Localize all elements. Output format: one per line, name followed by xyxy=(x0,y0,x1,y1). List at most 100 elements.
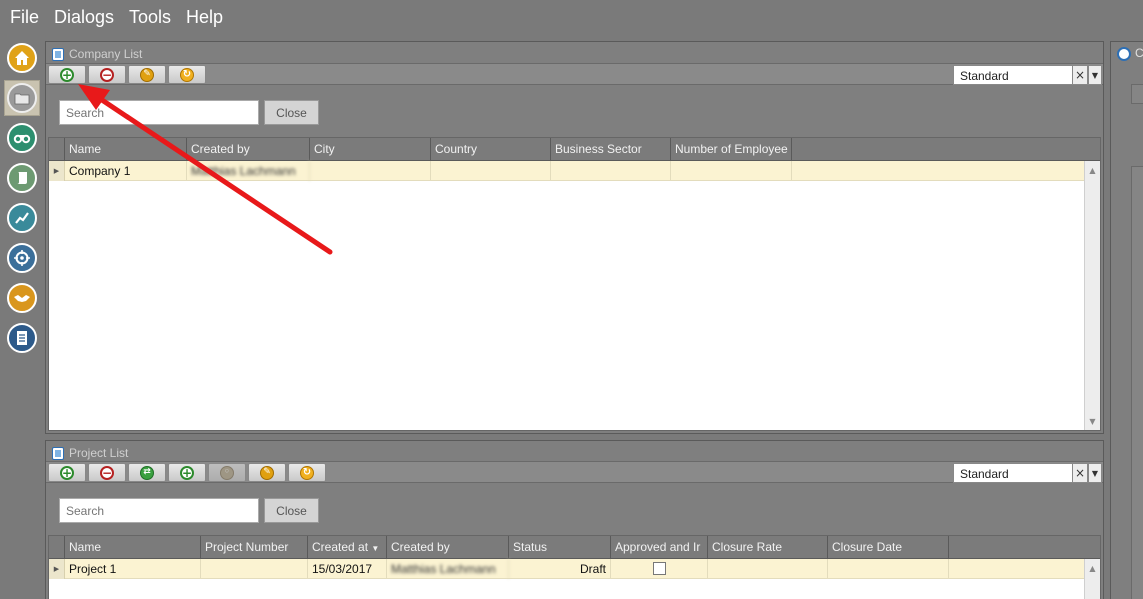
company-list-title: Company List xyxy=(52,46,142,62)
company-view-dropdown-button[interactable]: ▼ xyxy=(1088,65,1102,85)
header-spacer xyxy=(49,536,65,558)
nav-target-button[interactable] xyxy=(4,240,40,276)
nav-scroll-button[interactable] xyxy=(4,160,40,196)
disabled-project-button[interactable]: ◦ xyxy=(208,463,246,482)
company-list-icon xyxy=(52,47,64,61)
column-header-approved[interactable]: Approved and Ir xyxy=(611,536,708,558)
column-header-project-number[interactable]: Project Number xyxy=(201,536,308,558)
company-grid-scrollbar[interactable]: ▲ ▼ xyxy=(1084,161,1100,430)
menu-dialogs[interactable]: Dialogs xyxy=(54,7,114,28)
cell-closure-date xyxy=(828,559,949,579)
nav-chart-button[interactable] xyxy=(4,200,40,236)
menu-help[interactable]: Help xyxy=(186,7,223,28)
remove-project-button[interactable]: − xyxy=(88,463,126,482)
handshake-icon xyxy=(7,283,37,313)
add-icon: + xyxy=(60,67,74,82)
remove-company-button[interactable]: − xyxy=(88,65,126,84)
nav-binoculars-button[interactable] xyxy=(4,120,40,156)
remove-icon: − xyxy=(100,465,114,480)
approved-checkbox[interactable] xyxy=(652,562,666,575)
wrench-icon: ✎ xyxy=(140,67,154,82)
column-header-status[interactable]: Status xyxy=(509,536,611,558)
add-project-button[interactable]: + xyxy=(48,463,86,482)
target-icon xyxy=(7,243,37,273)
copy-project-button[interactable]: + xyxy=(168,463,206,482)
menu-file[interactable]: File xyxy=(10,7,39,28)
cell-number-of-employees xyxy=(671,161,792,181)
cell-name: Project 1 xyxy=(65,559,201,579)
column-header-city[interactable]: City xyxy=(310,138,431,160)
nav-folder-button[interactable] xyxy=(4,80,40,116)
column-header-name[interactable]: Name xyxy=(65,138,187,160)
project-grid-scrollbar[interactable]: ▲ xyxy=(1084,559,1100,599)
table-row[interactable]: ▶ Company 1 Matthias Lachmann xyxy=(49,161,1084,181)
cell-created-by: Matthias Lachmann xyxy=(387,559,509,579)
company-grid: Name Created by City Country Business Se… xyxy=(48,137,1101,431)
company-toolbar: + − ✎ ↻ Standard × ▼ xyxy=(46,63,1103,85)
company-view-select[interactable]: Standard xyxy=(953,65,1073,85)
copy-icon: + xyxy=(180,465,194,480)
cell-name: Company 1 xyxy=(65,161,187,181)
right-panel-section xyxy=(1131,166,1143,599)
cell-created-at: 15/03/2017 xyxy=(308,559,387,579)
cell-created-by: Matthias Lachmann xyxy=(187,161,310,181)
column-header-business-sector[interactable]: Business Sector xyxy=(551,138,671,160)
scroll-up-icon[interactable]: ▲ xyxy=(1085,163,1100,177)
add-company-button[interactable]: + xyxy=(48,65,86,84)
scroll-up-icon[interactable]: ▲ xyxy=(1085,561,1100,575)
column-header-created-by[interactable]: Created by xyxy=(187,138,310,160)
project-view-clear-button[interactable]: × xyxy=(1072,463,1088,483)
binoculars-icon xyxy=(7,123,37,153)
cell-city xyxy=(310,161,431,181)
project-list-title-text: Project List xyxy=(69,446,129,460)
nav-document-button[interactable] xyxy=(4,320,40,356)
project-list-title: Project List xyxy=(52,445,128,461)
cell-project-number xyxy=(201,559,308,579)
column-header-country[interactable]: Country xyxy=(431,138,551,160)
header-spacer xyxy=(49,138,65,160)
nav-home-button[interactable] xyxy=(4,40,40,76)
project-search-close-button[interactable]: Close xyxy=(264,498,319,523)
chart-trend-icon xyxy=(7,203,37,233)
refresh-company-button[interactable]: ↻ xyxy=(168,65,206,84)
row-expand-icon[interactable]: ▶ xyxy=(49,161,65,181)
edit-company-button[interactable]: ✎ xyxy=(128,65,166,84)
company-search-close-button[interactable]: Close xyxy=(264,100,319,125)
column-header-created-at[interactable]: Created at ▼ xyxy=(308,536,387,558)
right-panel-title: C xyxy=(1135,46,1143,60)
add-icon: + xyxy=(60,465,74,480)
column-header-closure-rate[interactable]: Closure Rate xyxy=(708,536,828,558)
column-header-created-by[interactable]: Created by xyxy=(387,536,509,558)
home-icon xyxy=(7,43,37,73)
company-search-input[interactable] xyxy=(59,100,259,125)
project-list-icon xyxy=(52,446,64,460)
edit-project-button[interactable]: ✎ xyxy=(248,463,286,482)
document-list-icon xyxy=(7,323,37,353)
compass-icon xyxy=(1117,47,1131,61)
menu-tools[interactable]: Tools xyxy=(129,7,171,28)
header-filler xyxy=(792,138,1100,160)
table-row[interactable]: ▶ Project 1 15/03/2017 Matthias Lachmann… xyxy=(49,559,1084,579)
company-grid-header: Name Created by City Country Business Se… xyxy=(49,138,1100,161)
project-view-dropdown-button[interactable]: ▼ xyxy=(1088,463,1102,483)
column-header-number-of-employees[interactable]: Number of Employee xyxy=(671,138,792,160)
company-list-title-text: Company List xyxy=(69,47,143,61)
project-search-input[interactable] xyxy=(59,498,259,523)
cell-business-sector xyxy=(551,161,671,181)
row-expand-icon[interactable]: ▶ xyxy=(49,559,65,579)
company-view-clear-button[interactable]: × xyxy=(1072,65,1088,85)
column-header-created-at-label: Created at xyxy=(312,540,369,554)
refresh-project-button[interactable]: ↻ xyxy=(288,463,326,482)
nav-handshake-button[interactable] xyxy=(4,280,40,316)
project-grid-header: Name Project Number Created at ▼ Created… xyxy=(49,536,1100,559)
transfer-project-button[interactable]: ⇄ xyxy=(128,463,166,482)
project-toolbar: + − ⇄ + ◦ ✎ ↻ Standard × ▼ xyxy=(46,461,1103,483)
folder-icon xyxy=(7,83,37,113)
wrench-icon: ✎ xyxy=(260,465,274,480)
column-header-name[interactable]: Name xyxy=(65,536,201,558)
column-header-closure-date[interactable]: Closure Date xyxy=(828,536,949,558)
cell-approved xyxy=(611,559,708,579)
cell-status: Draft xyxy=(509,559,611,579)
project-view-select[interactable]: Standard xyxy=(953,463,1073,483)
scroll-down-icon[interactable]: ▼ xyxy=(1085,414,1100,428)
